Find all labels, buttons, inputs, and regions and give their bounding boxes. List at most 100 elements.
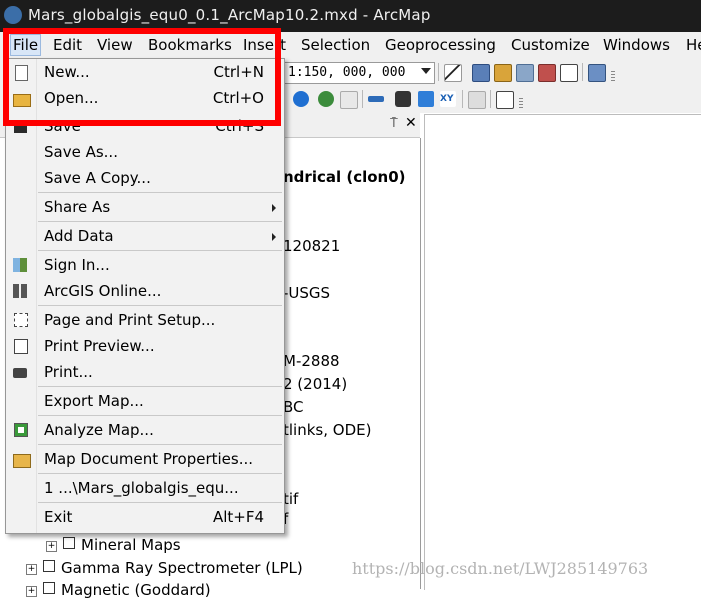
menu-item-label: Page and Print Setup... [44,311,216,329]
list-item[interactable]: + Mineral Maps [46,536,181,554]
toc-layer-fragment[interactable]: 120821 [283,237,340,255]
menu-item-label: Save [44,117,81,135]
table-of-contents-icon[interactable] [472,64,490,82]
time-slider-icon[interactable] [468,91,486,109]
sign-in-icon [13,258,27,272]
toc-layer-fragment[interactable]: 2 (2014) [283,375,347,393]
menu-item-open[interactable]: Open... Ctrl+O [6,86,284,112]
menu-item-label: Print Preview... [44,337,155,355]
menu-insert[interactable]: Insert [243,36,286,54]
menu-item-label: Analyze Map... [44,421,154,439]
identify-icon[interactable] [293,91,309,107]
list-item[interactable]: + Gamma Ray Spectrometer (LPL) [26,559,303,577]
map-view[interactable] [424,114,701,590]
menu-item-new[interactable]: New... Ctrl+N [6,60,284,86]
toolbar-separator [362,90,363,108]
toc-frame-name[interactable]: ndrical (clon0) [283,168,406,186]
layer-checkbox[interactable] [63,537,75,549]
close-icon[interactable]: ✕ [405,115,417,131]
menu-divider [38,473,282,474]
expand-icon[interactable]: + [26,586,37,597]
menu-item-print[interactable]: Print... [6,360,284,386]
model-builder-icon[interactable] [588,64,606,82]
menu-item-shortcut: Alt+F4 [212,508,264,526]
menu-item-export-map[interactable]: Export Map... [6,389,284,415]
menu-item-arcgis-online[interactable]: ArcGIS Online... [6,279,284,305]
document-properties-icon [13,454,31,468]
layer-checkbox[interactable] [43,582,55,594]
menu-item-print-preview[interactable]: Print Preview... [6,334,284,360]
html-popup-icon[interactable] [340,91,358,109]
menu-item-analyze-map[interactable]: Analyze Map... [6,418,284,444]
layer-checkbox[interactable] [43,560,55,572]
toc-layer-fragment[interactable]: M-2888 [283,352,340,370]
menu-item-label: Share As [44,198,111,216]
menu-divider [38,386,282,387]
menu-item-label: Add Data [44,227,114,245]
new-document-icon [15,65,28,81]
pin-icon[interactable]: ⍑ [390,116,398,131]
editor-pencil-icon[interactable] [444,64,462,82]
toc-layer-fragment[interactable]: -USGS [283,284,330,302]
menu-item-exit[interactable]: Exit Alt+F4 [6,505,284,531]
catalog-window-icon[interactable] [494,64,512,82]
layer-label: Magnetic (Goddard) [61,581,211,599]
find-binoculars-icon[interactable] [395,91,411,107]
menu-item-label: Sign In... [44,256,110,274]
menu-divider [38,502,282,503]
page-setup-icon [14,313,28,327]
toc-layer-fragment[interactable]: BC [283,398,304,416]
menu-item-label: 1 ...\Mars_globalgis_equ... [44,479,239,497]
menu-customize[interactable]: Customize [511,36,590,54]
file-menu-dropdown: New... Ctrl+N Open... Ctrl+O Save Ctrl+S… [5,58,285,534]
toc-layer-fragment[interactable]: tlinks, ODE) [283,421,371,439]
menu-bar: File Edit View Bookmarks Insert Selectio… [0,32,701,60]
menu-item-share-as[interactable]: Share As [6,195,284,221]
menu-item-recent-file[interactable]: 1 ...\Mars_globalgis_equ... [6,476,284,502]
menu-item-map-document-properties[interactable]: Map Document Properties... [6,447,284,473]
menu-item-label: Print... [44,363,93,381]
menu-item-sign-in[interactable]: Sign In... [6,253,284,279]
save-disk-icon [14,120,27,133]
menu-view[interactable]: View [97,36,133,54]
watermark-text: https://blog.csdn.net/LWJ285149763 [352,559,649,578]
search-window-icon[interactable] [516,64,534,82]
find-route-icon[interactable] [418,91,434,107]
expand-icon[interactable]: + [46,541,57,552]
menu-item-page-print-setup[interactable]: Page and Print Setup... [6,308,284,334]
menu-item-label: New... [44,63,90,81]
menu-item-add-data[interactable]: Add Data [6,224,284,250]
menu-item-save[interactable]: Save Ctrl+S [6,114,284,140]
menu-divider [38,221,282,222]
menu-windows[interactable]: Windows [603,36,670,54]
menu-help[interactable]: Help [686,36,701,54]
chevron-down-icon[interactable] [421,68,431,74]
map-scale-value: 1:150, 000, 000 [288,65,406,80]
menu-item-shortcut: Ctrl+S [215,117,264,135]
menu-item-save-as[interactable]: Save As... [6,140,284,166]
hyperlink-icon[interactable] [318,91,334,107]
open-folder-icon [13,94,31,107]
window-title: Mars_globalgis_equ0_0.1_ArcMap10.2.mxd -… [28,6,431,24]
menu-item-label: ArcGIS Online... [44,282,162,300]
expand-icon[interactable]: + [26,564,37,575]
toolbar-separator [438,63,439,81]
menu-divider [38,415,282,416]
python-window-icon[interactable] [560,64,578,82]
menu-item-save-a-copy[interactable]: Save A Copy... [6,166,284,192]
menu-geoprocessing[interactable]: Geoprocessing [385,36,496,54]
toc-layer-fragment[interactable]: tif [283,490,298,508]
create-viewer-window-icon[interactable] [496,91,514,109]
measure-icon[interactable] [368,96,384,102]
toolbar-overflow-icon[interactable] [519,98,523,108]
menu-selection[interactable]: Selection [301,36,370,54]
menu-item-label: Exit [44,508,73,526]
map-scale-combobox[interactable]: 1:150, 000, 000 [283,62,435,84]
list-item[interactable]: + Magnetic (Goddard) [26,581,211,599]
arctoolbox-icon[interactable] [538,64,556,82]
toolbar-overflow-icon[interactable] [611,71,615,81]
menu-file[interactable]: File [10,34,42,56]
menu-edit[interactable]: Edit [53,36,82,54]
menu-bookmarks[interactable]: Bookmarks [148,36,232,54]
go-to-xy-icon[interactable]: XY [440,91,456,107]
